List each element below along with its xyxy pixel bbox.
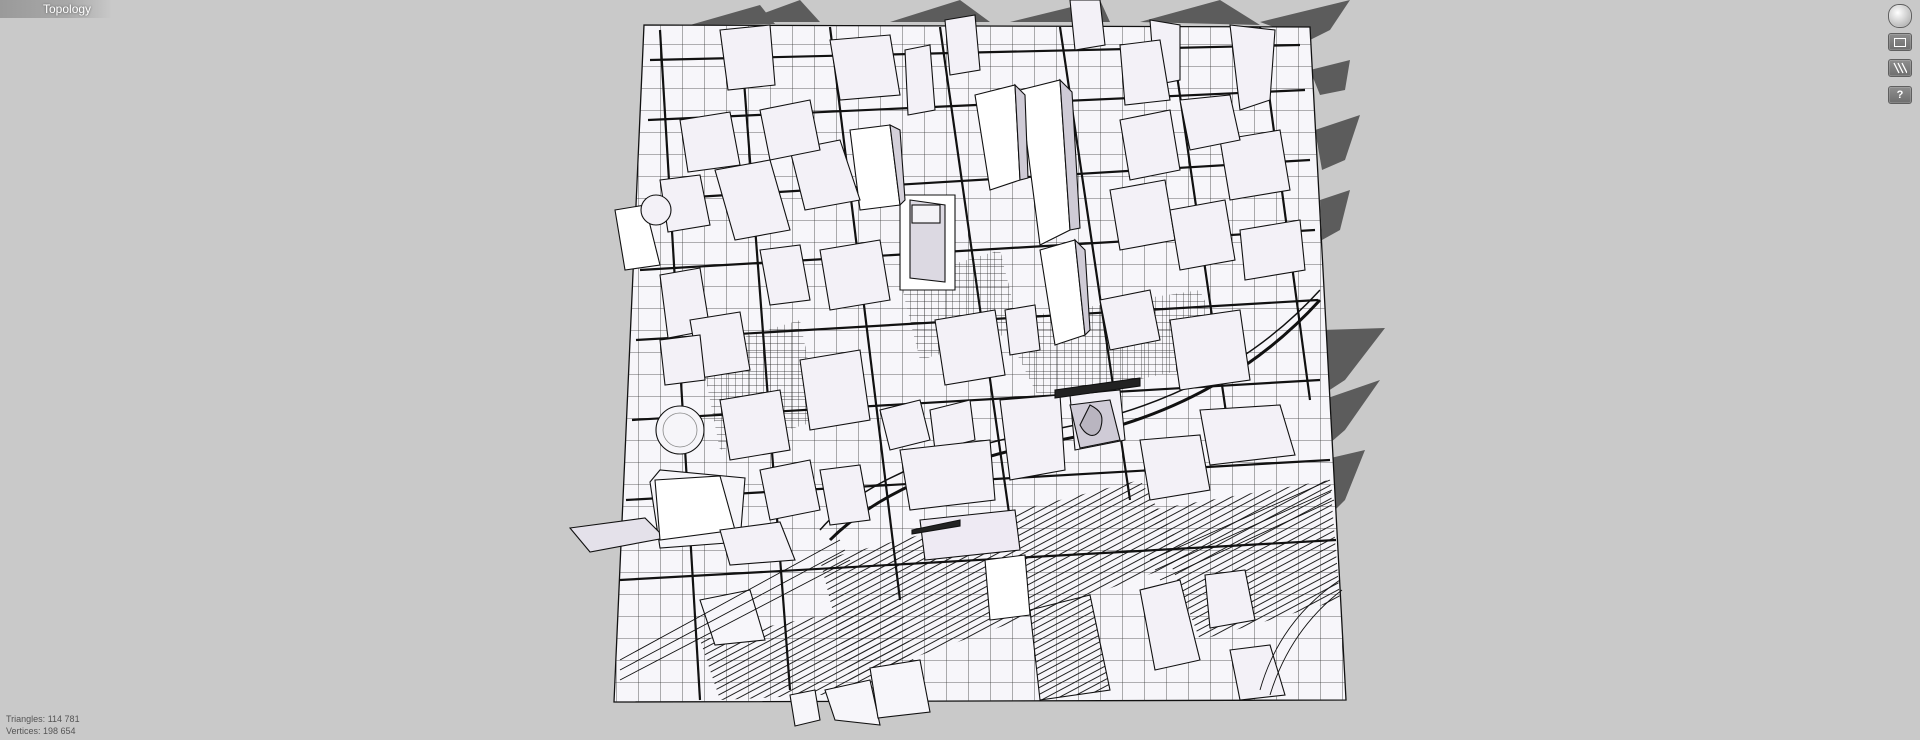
mesh-stats: Triangles: 114 781 Vertices: 198 654 [6,713,80,737]
navigate-globe-icon[interactable] [1888,4,1912,28]
vertices-readout: Vertices: 198 654 [6,725,80,737]
triangles-readout: Triangles: 114 781 [6,713,80,725]
vertices-label: Vertices: [6,726,41,736]
triangles-label: Triangles: [6,714,46,724]
triangles-value: 114 781 [47,714,80,724]
tower [899,194,956,291]
3d-viewport[interactable] [0,0,1920,740]
help-icon[interactable]: ? [1888,86,1912,104]
panel-icon[interactable] [1888,33,1912,51]
hatch-style-icon[interactable] [1888,59,1912,77]
vertices-value: 198 654 [43,726,76,736]
